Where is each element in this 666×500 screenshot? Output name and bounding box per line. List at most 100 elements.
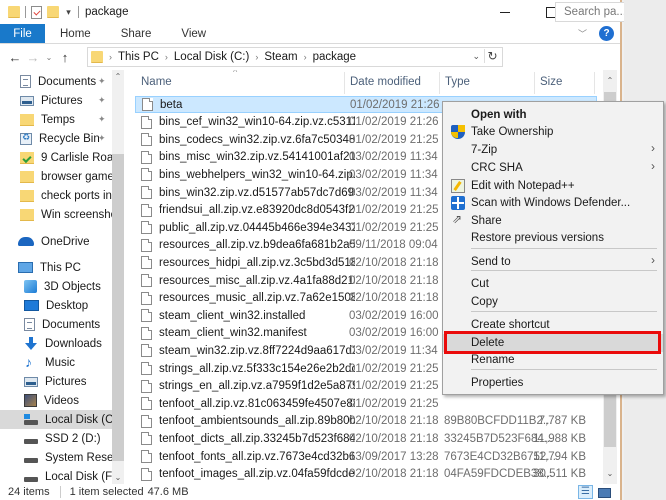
menu-item-label: Scan with Windows Defender... <box>471 197 631 209</box>
menu-separator <box>471 369 657 370</box>
file-row[interactable]: tenfoot_fonts_all.zip.vz.7673e4cd32b6752… <box>135 448 597 465</box>
sidebar-item[interactable]: Pictures ✦ <box>0 91 112 110</box>
folder-icon <box>8 6 20 18</box>
breadcrumb-separator[interactable]: › <box>255 52 258 62</box>
sidebar-item[interactable]: System Reserved <box>0 448 112 467</box>
breadcrumb-separator[interactable]: › <box>304 52 307 62</box>
details-view-icon[interactable] <box>578 485 593 499</box>
back-button[interactable]: ← <box>6 50 24 65</box>
breadcrumb-package[interactable]: package <box>313 51 356 63</box>
column-header-type[interactable]: Type <box>439 70 534 94</box>
menu-item-label: Edit with Notepad++ <box>471 180 575 192</box>
scrollbar-thumb[interactable] <box>112 154 124 461</box>
sidebar-item[interactable]: OneDrive <box>0 232 112 251</box>
folder-icon <box>20 208 34 221</box>
file-name: tenfoot_fonts_all.zip.vz.7673e4cd32b6752… <box>159 450 355 463</box>
divider <box>25 6 26 18</box>
menu-item-restore-previous-versions[interactable]: Restore previous versions <box>443 229 663 247</box>
address-history-dropdown[interactable]: ⌄ <box>472 51 480 62</box>
breadcrumb-local-disk-c[interactable]: Local Disk (C:) <box>174 51 249 63</box>
file-size: 7,787 KB <box>538 415 586 428</box>
sidebar-item[interactable]: Temps ✦ <box>0 110 112 129</box>
sidebar-item-label: Win screenshots <box>41 208 112 221</box>
sidebar-item[interactable]: Recycle Bin✦ <box>0 129 112 148</box>
file-icon <box>141 362 152 375</box>
divider <box>59 486 61 498</box>
sidebar-item[interactable]: SSD 2 (D:) <box>0 429 112 448</box>
menu-item-copy[interactable]: Copy <box>443 293 663 311</box>
sidebar-item[interactable]: Pictures <box>0 372 112 391</box>
file-icon <box>141 150 152 164</box>
menu-item-take-ownership[interactable]: Take Ownership <box>443 123 663 141</box>
file-icon <box>141 379 152 393</box>
minimize-button[interactable] <box>482 0 528 24</box>
menu-item-cut[interactable]: Cut <box>443 275 663 293</box>
sidebar-item[interactable]: Documents ✦ <box>0 72 112 91</box>
help-icon[interactable]: ? <box>599 26 614 41</box>
column-header-name[interactable]: Name <box>135 70 345 94</box>
expand-ribbon-icon[interactable]: ﹀ <box>578 27 587 40</box>
file-date-modified: 01/02/2019 21:25 <box>349 362 439 375</box>
sidebar-item[interactable]: Music <box>0 353 112 372</box>
menu-item-label: Restore previous versions <box>471 232 604 244</box>
file-row[interactable]: tenfoot_all.zip.vz.81c063459fe4507e88ac6… <box>135 395 597 412</box>
menu-item-edit-with-notepad[interactable]: Edit with Notepad++ <box>443 177 663 195</box>
sidebar-item[interactable]: Videos <box>0 391 112 410</box>
pin-icon: ✦ <box>98 114 106 124</box>
sidebar-item-label: OneDrive <box>41 235 90 248</box>
menu-item-properties[interactable]: Properties <box>443 374 663 392</box>
address-bar[interactable]: › This PC › Local Disk (C:) › Steam › pa… <box>87 47 503 67</box>
file-name: beta <box>160 98 183 111</box>
forward-button[interactable]: → <box>24 50 42 65</box>
customize-toolbar-icon[interactable]: ▾ <box>64 7 73 18</box>
menu-item-crc-sha[interactable]: CRC SHA › <box>443 159 663 177</box>
sidebar-item[interactable]: browser games <box>0 167 112 186</box>
menu-item-7-zip[interactable]: 7-Zip › <box>443 141 663 159</box>
refresh-button[interactable]: ↻ <box>484 49 500 63</box>
sidebar-item[interactable]: Local Disk (F:) <box>0 467 112 484</box>
tab-view[interactable]: View <box>166 24 221 43</box>
file-icon <box>141 274 152 287</box>
column-header-size[interactable]: Size <box>534 70 594 94</box>
sidebar-item[interactable]: 9 Carlisle Road <box>0 148 112 167</box>
file-icon <box>141 326 152 340</box>
sidebar-item[interactable]: Downloads <box>0 334 112 353</box>
scroll-down-icon[interactable]: ⌄ <box>112 473 124 482</box>
large-icons-view-icon[interactable] <box>597 485 612 499</box>
sidebar-item[interactable]: Documents <box>0 315 112 334</box>
file-row[interactable]: tenfoot_images_all.zip.vz.04fa59fdcdeb38… <box>135 466 597 483</box>
sidebar-item[interactable]: Win screenshots <box>0 205 112 224</box>
scroll-up-icon[interactable]: ⌃ <box>112 72 124 81</box>
up-button[interactable]: ↑ <box>56 50 74 65</box>
sidebar-item[interactable]: check ports in u <box>0 186 112 205</box>
breadcrumb-steam[interactable]: Steam <box>264 51 297 63</box>
column-header-date[interactable]: Date modified <box>344 70 439 94</box>
sidebar-item[interactable]: Desktop <box>0 296 112 315</box>
tab-home[interactable]: Home <box>45 24 106 43</box>
file-icon <box>141 432 152 446</box>
file-row[interactable]: tenfoot_dicts_all.zip.33245b7d523f684182… <box>135 430 597 447</box>
breadcrumb-this-pc[interactable]: This PC <box>118 51 159 63</box>
file-date-modified: 03/02/2019 11:34 <box>349 168 438 181</box>
sidebar-item[interactable]: This PC <box>0 258 112 277</box>
scroll-down-icon[interactable]: ⌄ <box>603 469 617 478</box>
scroll-up-icon[interactable]: ⌃ <box>603 76 617 85</box>
sidebar-item[interactable]: Local Disk (C:) <box>0 410 112 429</box>
column-divider[interactable] <box>594 72 595 94</box>
file-date-modified: 13/09/2017 13:28 <box>349 450 439 463</box>
file-name: strings_all.zip.vz.5f333c154e26e2b2dc89e… <box>159 362 355 375</box>
tab-share[interactable]: Share <box>106 24 167 43</box>
properties-icon[interactable] <box>31 5 42 19</box>
new-folder-icon[interactable] <box>47 6 59 18</box>
file-row[interactable]: tenfoot_ambientsounds_all.zip.89b80bcf..… <box>135 413 597 430</box>
recent-locations-button[interactable]: ⌄ <box>42 53 56 62</box>
breadcrumb-separator[interactable]: › <box>165 52 168 62</box>
menu-item-scan-with-windows-defender[interactable]: Scan with Windows Defender... <box>443 194 663 212</box>
menu-item-share[interactable]: Share <box>443 212 663 230</box>
menu-item-open-with[interactable]: Open with <box>443 106 663 124</box>
sidebar-item[interactable]: 3D Objects <box>0 277 112 296</box>
sidebar-item-label: Videos <box>44 394 79 407</box>
navigation-pane-scrollbar[interactable]: ⌃ ⌄ <box>112 70 124 484</box>
menu-item-send-to[interactable]: Send to › <box>443 253 663 271</box>
tab-file[interactable]: File <box>0 24 45 43</box>
